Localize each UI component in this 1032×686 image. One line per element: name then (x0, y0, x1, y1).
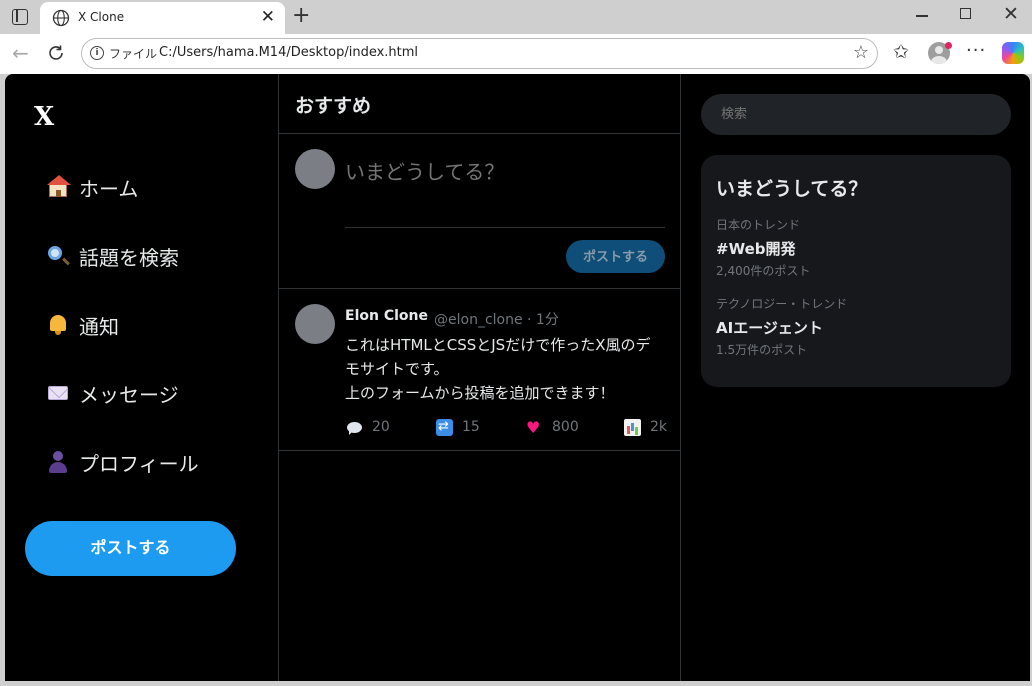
envelope-icon (47, 382, 69, 404)
sidebar-item-label: メッセージ (79, 382, 179, 407)
info-icon[interactable]: i (90, 46, 104, 60)
tab-actions-icon[interactable] (12, 8, 28, 25)
minimize-icon[interactable] (916, 15, 928, 17)
address-scheme: ファイル (109, 47, 158, 61)
post-author-name[interactable]: Elon Clone (345, 308, 428, 324)
window-close-icon[interactable]: ✕ (1003, 3, 1019, 25)
sidebar-post-button[interactable]: ポストする (25, 521, 236, 576)
left-sidebar: X ホーム 話題を検索 通知 メッセージ プロフィール ポストする (5, 74, 279, 681)
retweet-count: 15 (462, 419, 480, 435)
post-handle-time: @elon_clone · 1分 (434, 312, 559, 328)
post-body: これはHTMLとCSSとJSだけで作ったX風のデ モサイトです。 上のフォームか… (345, 333, 670, 405)
divider (279, 450, 680, 451)
sidebar-item-notifications[interactable]: 通知 (47, 309, 119, 341)
post-body-line: モサイトです。 (345, 360, 449, 378)
retweet-button[interactable]: 15 (436, 417, 480, 437)
compose-post-button[interactable]: ポストする (566, 240, 665, 273)
sidebar-item-label: プロフィール (79, 451, 199, 476)
address-bar[interactable]: i ファイル C:/Users/hama.M14/Desktop/index.h… (81, 38, 878, 69)
tab-close-icon[interactable]: ✕ (261, 8, 275, 26)
window-bottom-edge (0, 681, 1032, 686)
trends-card: いまどうしてる？ 日本のトレンド #Web開発 2,400件のポスト テクノロジ… (701, 155, 1011, 387)
address-url[interactable]: C:/Users/hama.M14/Desktop/index.html (159, 45, 418, 60)
new-tab-icon[interactable]: + (292, 4, 310, 28)
divider (279, 288, 680, 289)
like-button[interactable]: ♥ 800 (526, 417, 579, 437)
feed-title: おすすめ (295, 95, 372, 117)
stats-button[interactable]: 2k (624, 417, 667, 437)
main-feed: おすすめ ポストする Elon Clone @elon_clone · 1分 こ… (279, 74, 681, 681)
maximize-icon[interactable] (960, 8, 971, 19)
x-logo[interactable]: X (34, 102, 54, 132)
back-arrow-icon[interactable]: ← (12, 42, 29, 64)
globe-icon (52, 9, 70, 27)
page-viewport: X ホーム 話題を検索 通知 メッセージ プロフィール ポストする おすすめ ポ (5, 74, 1030, 681)
more-icon[interactable]: ··· (966, 40, 986, 61)
bell-icon (47, 314, 69, 336)
star-icon[interactable]: ☆ (853, 42, 869, 64)
reply-button[interactable]: 20 (346, 417, 390, 437)
sidebar-item-label: 話題を検索 (79, 245, 179, 270)
trend-name[interactable]: #Web開発 (716, 238, 796, 259)
browser-toolbar: ← i ファイル C:/Users/hama.M14/Desktop/index… (0, 34, 1032, 74)
sidebar-item-label: ホーム (79, 176, 139, 201)
divider (279, 133, 680, 134)
post-body-line: これはHTMLとCSSとJSだけで作ったX風のデ (345, 336, 651, 354)
compose-input[interactable] (345, 160, 665, 184)
user-icon (47, 451, 69, 473)
favorites-icon[interactable]: ✩ (893, 41, 909, 63)
retweet-icon (436, 418, 453, 436)
sidebar-item-messages[interactable]: メッセージ (47, 377, 179, 409)
trend-category: 日本のトレンド (716, 218, 801, 232)
sidebar-item-label: 通知 (79, 314, 119, 339)
sidebar-item-explore[interactable]: 話題を検索 (47, 240, 179, 272)
reply-count: 20 (372, 419, 390, 435)
like-count: 800 (552, 419, 579, 435)
trend-category: テクノロジー・トレンド (716, 297, 848, 311)
post-body-line: 上のフォームから投稿を追加できます！ (345, 384, 615, 402)
post-avatar[interactable] (295, 304, 335, 344)
trends-title: いまどうしてる？ (716, 178, 868, 200)
copilot-icon[interactable] (1002, 42, 1024, 64)
search-input[interactable] (701, 94, 1011, 135)
magnifier-icon (47, 245, 69, 267)
view-count: 2k (650, 419, 668, 435)
reply-icon (346, 419, 363, 436)
compose-avatar (295, 149, 335, 189)
browser-titlebar: X Clone ✕ + ✕ (0, 0, 1032, 34)
sidebar-item-home[interactable]: ホーム (47, 171, 138, 203)
trend-count: 2,400件のポスト (716, 264, 811, 278)
reload-icon[interactable] (46, 43, 66, 63)
stats-icon (624, 418, 641, 436)
browser-tab[interactable]: X Clone ✕ (40, 2, 285, 34)
house-icon (47, 175, 71, 198)
trend-count: 1.5万件のポスト (716, 343, 808, 357)
notification-dot (945, 42, 952, 49)
heart-icon: ♥ (526, 417, 541, 437)
sidebar-item-profile[interactable]: プロフィール (47, 446, 199, 478)
divider (345, 227, 665, 228)
trend-name[interactable]: AIエージェント (716, 317, 823, 338)
tab-title: X Clone (78, 10, 125, 24)
